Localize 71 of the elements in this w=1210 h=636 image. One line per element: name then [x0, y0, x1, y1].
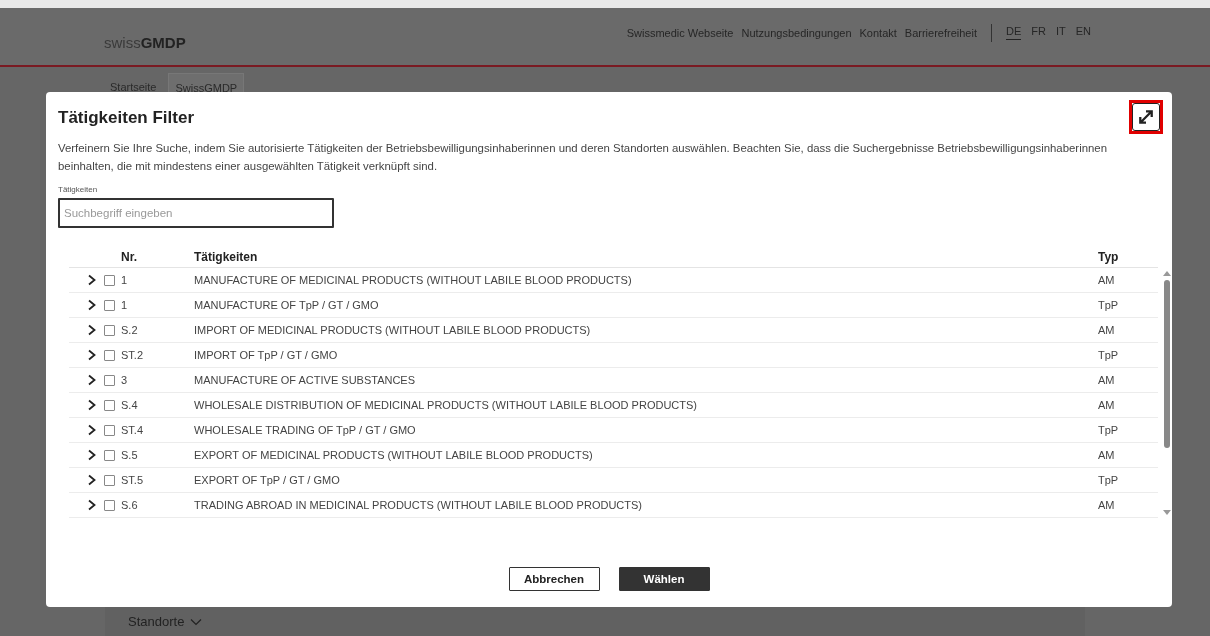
checkbox[interactable] — [104, 424, 115, 436]
dialog-title: Tätigkeiten Filter — [58, 108, 195, 128]
number-cell-text: S.5 — [121, 449, 139, 461]
language-link[interactable]: FR — [1031, 25, 1046, 40]
language-link[interactable]: DE — [1006, 25, 1022, 40]
activity-cell-text: TRADING ABROAD IN MEDICINAL PRODUCTS (WITHOUT LABILE BLOOD PRODUCTS) — [194, 499, 643, 511]
checkbox[interactable] — [104, 349, 115, 361]
expand-button[interactable] — [87, 474, 97, 486]
checkbox[interactable] — [104, 499, 115, 511]
checkbox[interactable] — [104, 374, 115, 386]
search-label: Tätigkeiten — [58, 185, 99, 194]
number-cell-text: S.6 — [121, 499, 139, 511]
nav-link[interactable]: Swissmedic Webseite — [626, 26, 734, 39]
number-cell-text: ST.5 — [121, 474, 144, 486]
activity-cell-text: IMPORT OF MEDICINAL PRODUCTS (WITHOUT LABILE BLOOD PRODUCTS) — [194, 324, 592, 336]
column-header: Nr. — [121, 250, 138, 266]
number-cell-text: 1 — [121, 274, 129, 286]
expand-button[interactable] — [87, 274, 97, 286]
type-cell-text: AM — [1098, 449, 1116, 461]
activity-cell-text: EXPORT OF TpP / GT / GMO — [194, 474, 341, 486]
checkbox[interactable] — [104, 449, 115, 461]
activity-cell-text: WHOLESALE TRADING OF TpP / GT / GMO — [194, 424, 417, 436]
expand-button[interactable] — [87, 399, 97, 411]
checkbox[interactable] — [104, 474, 115, 486]
nav-link[interactable]: Kontakt — [859, 26, 897, 39]
activity-cell-text: WHOLESALE DISTRIBUTION OF MEDICINAL PRODUCTS (WITHOUT LABILE BLOOD PRODUCTS) — [194, 399, 698, 411]
checkbox[interactable] — [104, 299, 115, 311]
column-header: Tätigkeiten — [194, 250, 259, 266]
number-cell-text: ST.2 — [121, 349, 144, 361]
activity-cell-text: MANUFACTURE OF MEDICINAL PRODUCTS (WITHOUT LABILE BLOOD PRODUCTS) — [194, 274, 633, 286]
dialog-description: Verfeinern Sie Ihre Suche, indem Sie autorisierte Tätigkeiten der Betriebsbewilligungsinhaberinnen und deren Standorten auswählen. Beachten Sie, dass die Suchergebnisse Betriebsbewilligungsinhaberinnen beinhalten, die mit mindestens einer ausgewählten Tätigkeit verknüpft sind. — [58, 141, 1109, 174]
expand-dialog-button[interactable] — [1129, 100, 1163, 134]
type-cell-text: AM — [1098, 499, 1116, 511]
activity-cell-text: MANUFACTURE OF TpP / GT / GMO — [194, 299, 380, 311]
column-header: Typ — [1098, 250, 1120, 266]
number-cell-text: 1 — [121, 299, 129, 311]
nav-link[interactable]: Barrierefreiheit — [904, 26, 977, 39]
expand-button[interactable] — [87, 374, 97, 386]
activity-cell-text: IMPORT OF TpP / GT / GMO — [194, 349, 339, 361]
type-cell-text: TpP — [1098, 474, 1120, 486]
expand-button[interactable] — [87, 499, 97, 511]
expand-button[interactable] — [87, 349, 97, 361]
expand-icon — [1132, 103, 1160, 131]
checkbox[interactable] — [104, 399, 115, 411]
expand-button[interactable] — [87, 424, 97, 436]
chevron-icon — [190, 617, 203, 626]
type-cell-text: TpP — [1098, 349, 1120, 361]
type-cell-text: TpP — [1098, 424, 1120, 436]
type-cell-text: TpP — [1098, 299, 1120, 311]
number-cell-text: S.4 — [121, 399, 139, 411]
type-cell-text: AM — [1098, 274, 1116, 286]
expand-button[interactable] — [87, 324, 97, 336]
language-link[interactable]: IT — [1055, 25, 1066, 40]
activity-cell-text: EXPORT OF MEDICINAL PRODUCTS (WITHOUT LABILE BLOOD PRODUCTS) — [194, 449, 594, 461]
search-field[interactable]: Suchbegriff eingeben — [58, 198, 334, 228]
cancel-button[interactable]: Abbrechen — [508, 567, 600, 591]
nav-link[interactable]: Nutzungsbedingungen — [741, 26, 852, 39]
expand-button[interactable] — [87, 449, 97, 461]
type-cell-text: AM — [1098, 324, 1116, 336]
checkbox[interactable] — [104, 324, 115, 336]
expand-button[interactable] — [87, 299, 97, 311]
checkbox[interactable] — [104, 274, 115, 286]
section-toggle[interactable]: Standorte — [128, 614, 203, 629]
number-cell-text: 3 — [121, 374, 129, 386]
type-cell-text: AM — [1098, 374, 1116, 386]
number-cell-text: S.2 — [121, 324, 139, 336]
select-button[interactable]: Wählen — [618, 567, 710, 591]
language-link[interactable]: EN — [1075, 25, 1091, 40]
number-cell-text: ST.4 — [121, 424, 144, 436]
type-cell-text: AM — [1098, 399, 1116, 411]
activity-cell-text: MANUFACTURE OF ACTIVE SUBSTANCES — [194, 374, 417, 386]
